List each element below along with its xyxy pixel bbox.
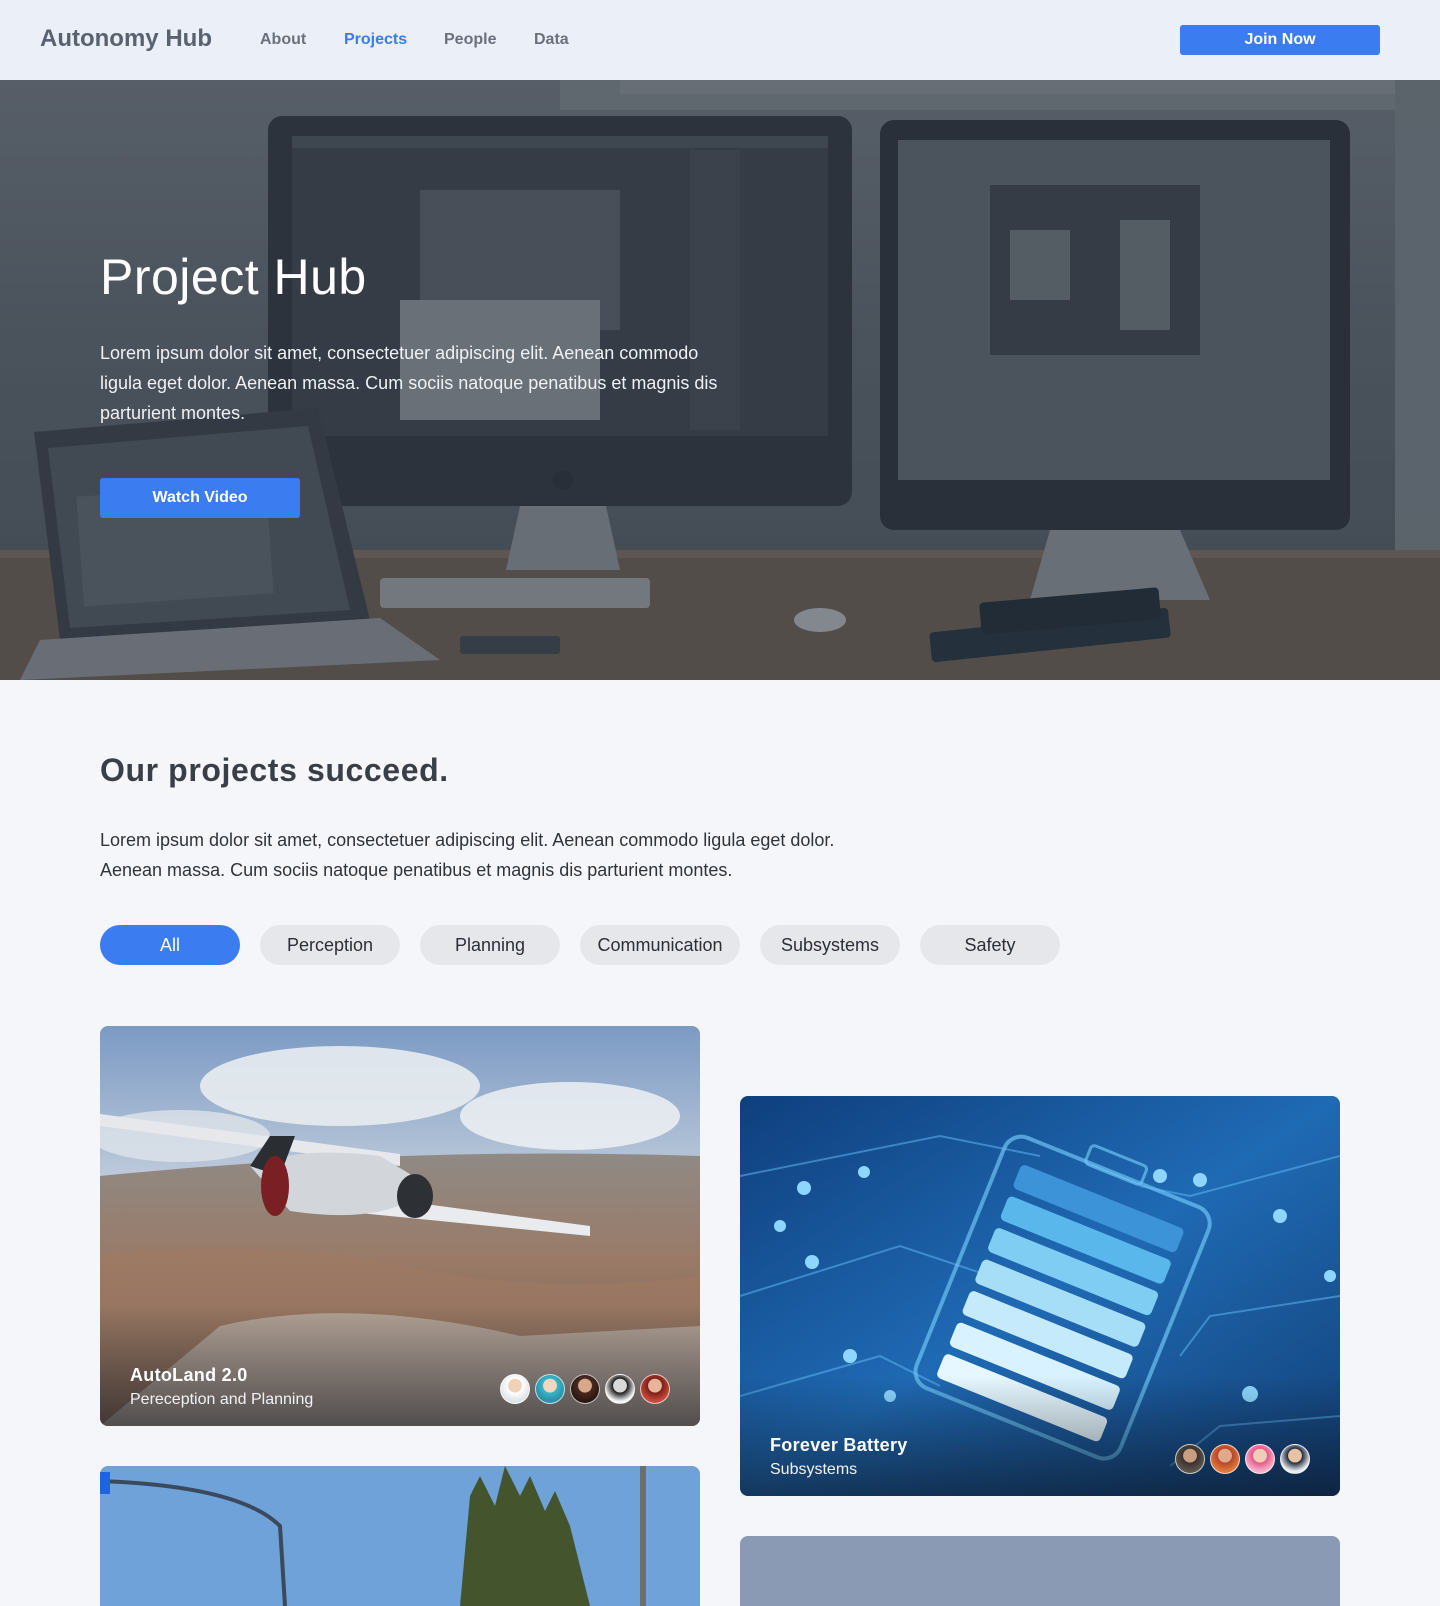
- avatar[interactable]: [535, 1374, 565, 1404]
- avatar[interactable]: [640, 1374, 670, 1404]
- filter-safety[interactable]: Safety: [920, 925, 1060, 965]
- project-title: AutoLand 2.0: [130, 1365, 248, 1385]
- filter-planning[interactable]: Planning: [420, 925, 560, 965]
- project-filter-bar: All Perception Planning Communication Su…: [100, 925, 1060, 965]
- avatar[interactable]: [1175, 1444, 1205, 1474]
- filter-all[interactable]: All: [100, 925, 240, 965]
- team-avatars: [1175, 1444, 1310, 1474]
- nav-link-projects[interactable]: Projects: [344, 31, 407, 49]
- project-card-forever-battery[interactable]: Forever Battery Subsystems: [740, 1096, 1340, 1496]
- filter-communication[interactable]: Communication: [580, 925, 740, 965]
- project-category: Subsystems: [770, 1461, 858, 1478]
- hero-banner: Project Hub Lorem ipsum dolor sit amet, …: [0, 80, 1440, 680]
- team-avatars: [500, 1374, 670, 1404]
- avatar[interactable]: [605, 1374, 635, 1404]
- avatar[interactable]: [500, 1374, 530, 1404]
- project-card-autoland[interactable]: AutoLand 2.0 Pereception and Planning: [100, 1026, 700, 1426]
- section-description: Lorem ipsum dolor sit amet, consectetuer…: [100, 830, 835, 880]
- hero-description: Lorem ipsum dolor sit amet, consectetuer…: [100, 343, 718, 423]
- project-card-next[interactable]: [740, 1536, 1340, 1606]
- project-card-street[interactable]: [100, 1466, 700, 1606]
- top-navbar: Autonomy Hub About Projects People Data …: [0, 0, 1440, 80]
- avatar[interactable]: [1280, 1444, 1310, 1474]
- avatar[interactable]: [1245, 1444, 1275, 1474]
- filter-perception[interactable]: Perception: [260, 925, 400, 965]
- watch-video-button[interactable]: Watch Video: [100, 478, 300, 518]
- nav-link-data[interactable]: Data: [534, 31, 569, 49]
- nav-link-about[interactable]: About: [260, 31, 306, 49]
- project-title: Forever Battery: [770, 1435, 908, 1455]
- project-thumbnail-image: [740, 1536, 1340, 1606]
- join-now-button[interactable]: Join Now: [1180, 25, 1380, 55]
- nav-link-people[interactable]: People: [444, 31, 496, 49]
- hero-title: Project Hub: [100, 249, 367, 305]
- project-category: Pereception and Planning: [130, 1391, 314, 1408]
- filter-subsystems[interactable]: Subsystems: [760, 925, 900, 965]
- street-image: [100, 1466, 700, 1606]
- avatar[interactable]: [1210, 1444, 1240, 1474]
- section-title: Our projects succeed.: [100, 752, 449, 788]
- brand-logo[interactable]: Autonomy Hub: [40, 25, 212, 53]
- avatar[interactable]: [570, 1374, 600, 1404]
